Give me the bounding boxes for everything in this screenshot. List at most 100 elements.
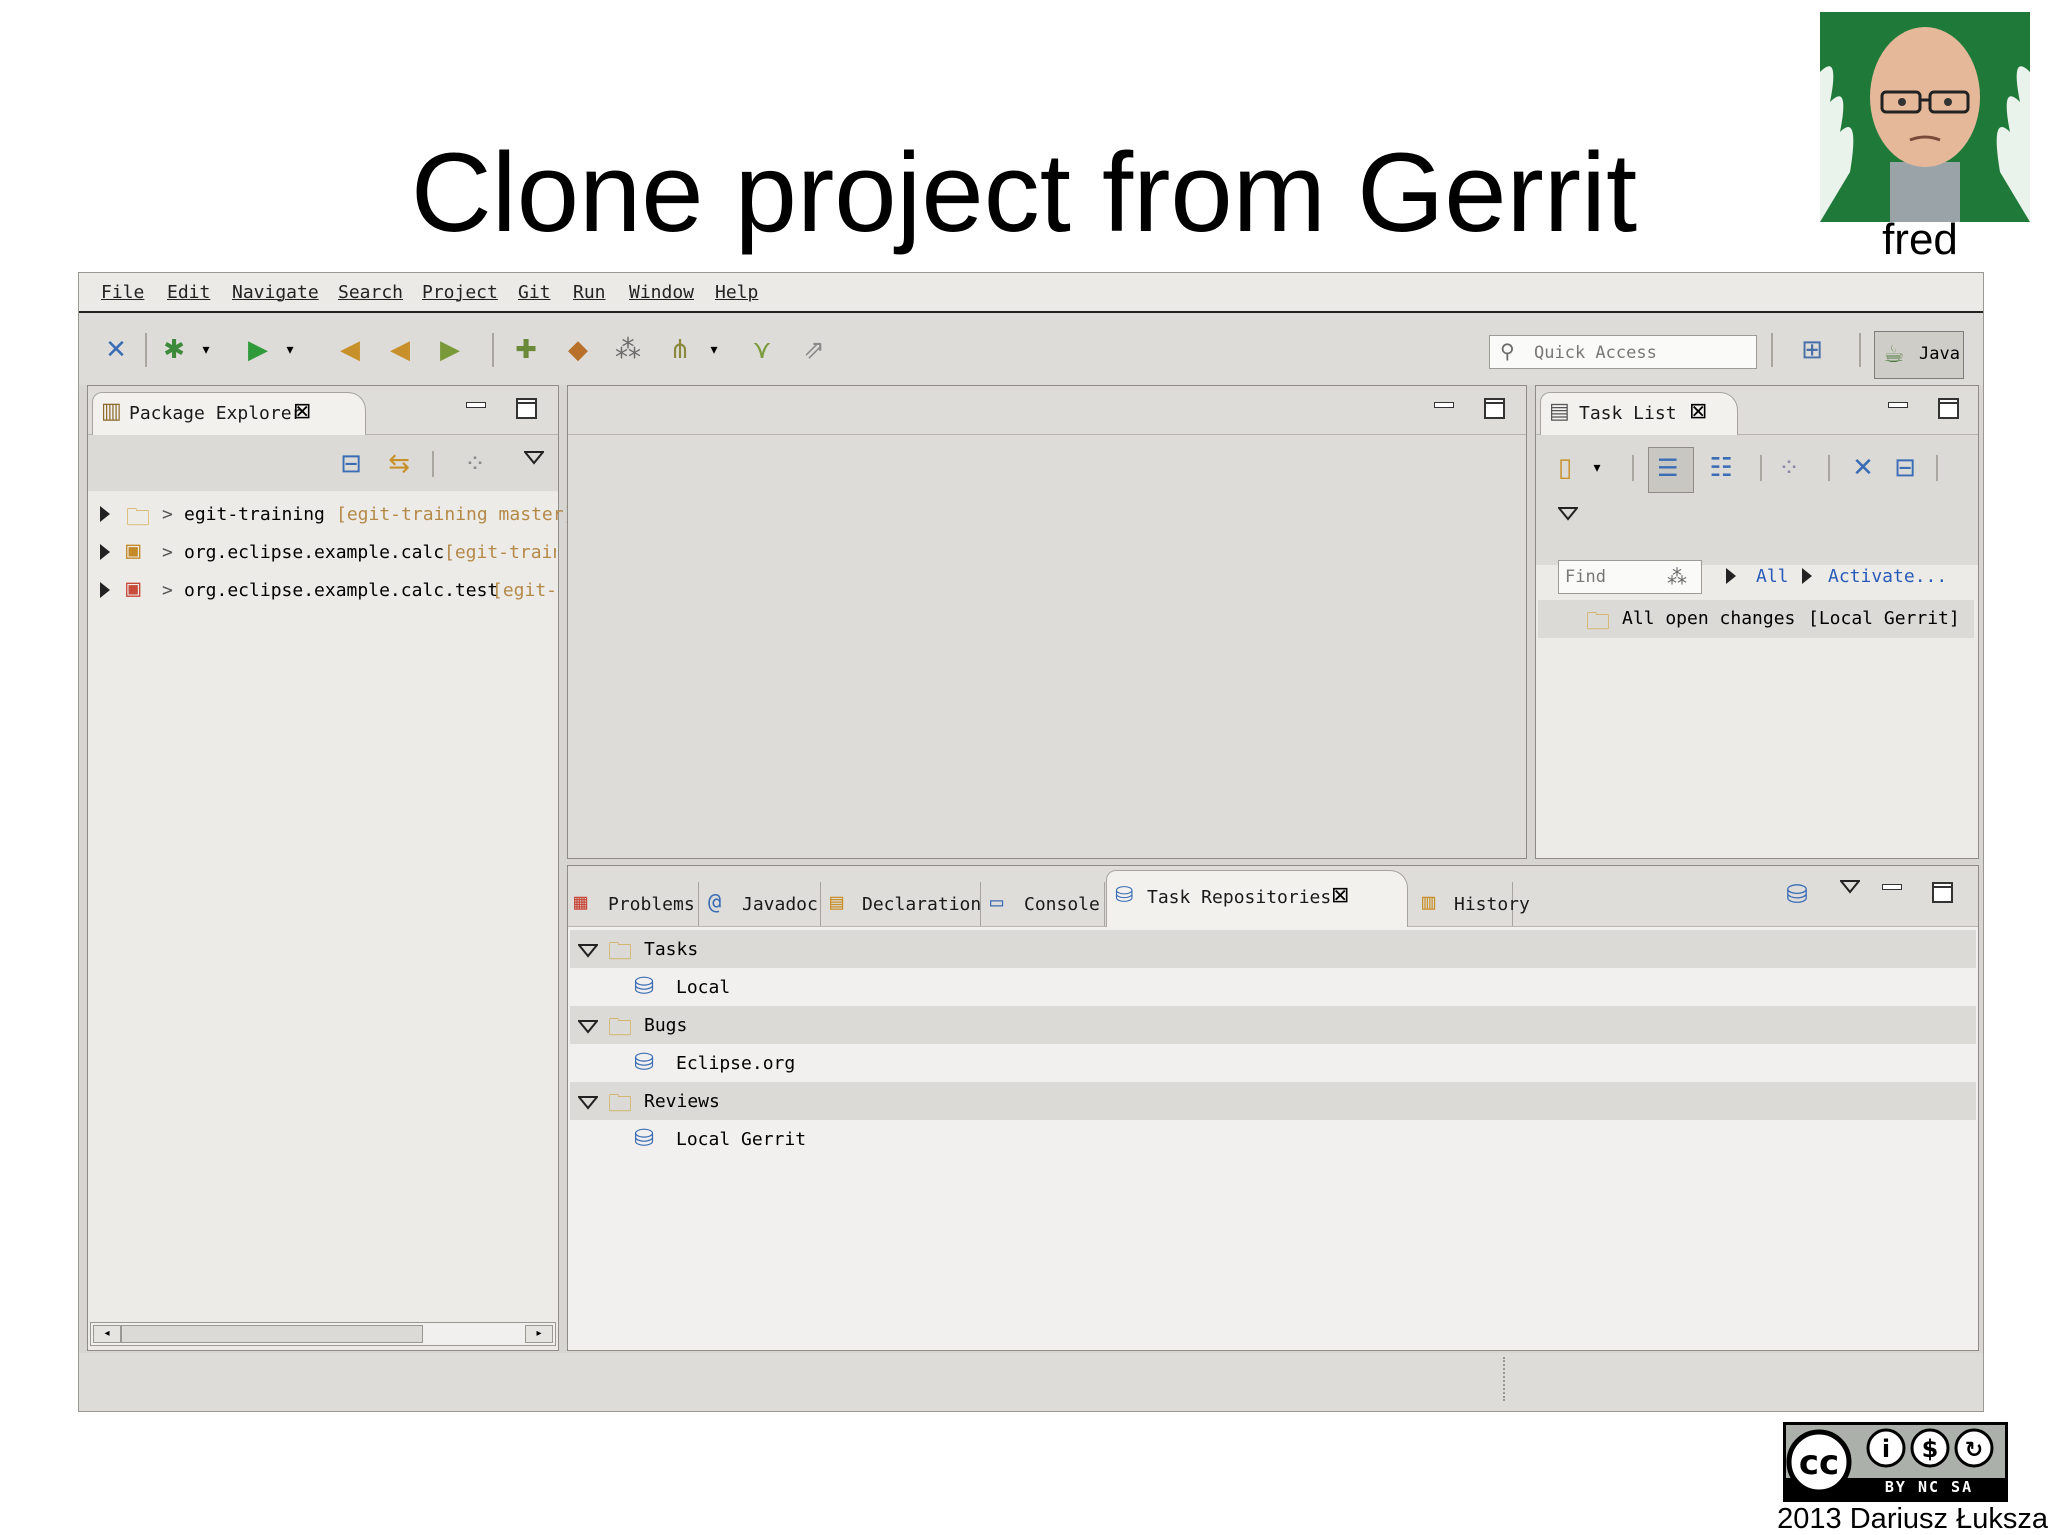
minimize-button[interactable]: [1434, 396, 1456, 414]
repository-row[interactable]: ⛁ Local: [570, 968, 1976, 1006]
menu-git[interactable]: Git: [518, 282, 551, 303]
new-task-dropdown-icon[interactable]: ▾: [1582, 453, 1612, 483]
java-perspective-label: Java: [1919, 344, 1960, 364]
collapse-all-icon[interactable]: ⊟: [336, 449, 366, 479]
new-task-icon[interactable]: ◆: [563, 335, 593, 365]
task-repositories-icon: ⛁: [1115, 883, 1134, 908]
repository-row[interactable]: ⛁ Eclipse.org: [570, 1044, 1976, 1082]
collapse-icon[interactable]: [578, 1020, 598, 1034]
toolbar-separator: [1632, 455, 1634, 481]
back-to-previous-icon[interactable]: ◀: [335, 335, 365, 365]
close-icon[interactable]: ⊠: [293, 399, 311, 424]
tab-label: Task List: [1579, 403, 1677, 424]
repository-row[interactable]: ⛁ Local Gerrit: [570, 1120, 1976, 1158]
synchronize-icon[interactable]: ⁂: [613, 335, 643, 365]
tab-problems[interactable]: ▦ Problems: [568, 882, 699, 926]
scroll-left-icon[interactable]: ◂: [93, 1325, 121, 1343]
task-query-row[interactable]: 🗀 All open changes [Local Gerrit]: [1538, 600, 1974, 638]
close-icon[interactable]: ⊠: [1331, 883, 1349, 908]
menu-help[interactable]: Help: [715, 282, 758, 303]
scroll-right-icon[interactable]: ▸: [525, 1325, 553, 1343]
tree-row-project[interactable]: ▣ > org.eclipse.example.calc.test [egit-…: [88, 574, 556, 608]
maximize-button[interactable]: [1932, 882, 1954, 903]
collapse-icon[interactable]: [578, 944, 598, 958]
new-task-icon[interactable]: ▯: [1550, 453, 1580, 483]
menu-window[interactable]: Window: [629, 282, 694, 303]
view-menu-icon[interactable]: [524, 451, 544, 465]
add-repository-icon[interactable]: ⛁: [1782, 880, 1812, 910]
repository-decoration: [egit-traini: [444, 542, 556, 563]
java-perspective-button[interactable]: ☕ Java: [1874, 331, 1964, 379]
collapse-all-icon[interactable]: ⊟: [1890, 453, 1920, 483]
fetch-icon[interactable]: ⋎: [747, 335, 777, 365]
debug-icon[interactable]: ✱: [159, 335, 189, 365]
categorized-toggle[interactable]: ☰: [1648, 447, 1694, 493]
tab-package-explorer[interactable]: ▥ Package Explorer ⊠: [92, 392, 366, 435]
package-explorer-tabbar: ▥ Package Explorer ⊠: [88, 386, 558, 435]
menu-run[interactable]: Run: [573, 282, 606, 303]
tree-row-project[interactable]: ▣ > org.eclipse.example.calc [egit-train…: [88, 536, 556, 570]
maximize-button[interactable]: [1484, 398, 1506, 419]
maximize-button[interactable]: [1938, 398, 1960, 419]
minimize-button[interactable]: [1882, 878, 1904, 896]
link-with-editor-icon[interactable]: ⇆: [384, 449, 414, 479]
scrollbar-thumb[interactable]: [121, 1325, 423, 1343]
tab-javadoc[interactable]: @ Javadoc: [700, 882, 821, 926]
push-icon[interactable]: ⇗: [799, 335, 829, 365]
repository-category-row[interactable]: 🗀 Bugs: [570, 1006, 1976, 1044]
maximize-button[interactable]: [516, 398, 538, 419]
search-icon: ⚲: [1500, 339, 1515, 363]
tab-label: History: [1454, 894, 1530, 915]
collapse-icon[interactable]: [578, 1096, 598, 1110]
avatar: [1820, 12, 2030, 222]
skip-breakpoints-icon[interactable]: ✕: [101, 335, 131, 365]
menu-navigate[interactable]: Navigate: [232, 282, 319, 303]
activate-task-link[interactable]: Activate...: [1828, 566, 1947, 587]
expand-icon[interactable]: [100, 544, 110, 560]
tree-row-project[interactable]: 🗀 > egit-training [egit-training master]: [88, 498, 574, 532]
task-find-field[interactable]: Find ⁂: [1558, 560, 1702, 594]
minimize-button[interactable]: [466, 396, 488, 414]
menu-edit[interactable]: Edit: [167, 282, 210, 303]
commit-dropdown-icon[interactable]: ▾: [699, 335, 729, 365]
menu-search[interactable]: Search: [338, 282, 403, 303]
status-divider: [1503, 1357, 1507, 1401]
close-icon[interactable]: ⊠: [1689, 399, 1707, 424]
debug-dropdown-icon[interactable]: ▾: [191, 335, 221, 365]
tab-task-repositories[interactable]: ⛁ Task Repositories ⊠: [1106, 870, 1408, 927]
tab-console[interactable]: ▭ Console: [982, 882, 1105, 926]
menu-file[interactable]: File: [101, 282, 144, 303]
horizontal-scrollbar[interactable]: ◂ ▸: [90, 1322, 556, 1346]
commit-icon[interactable]: ⋔: [665, 335, 695, 365]
expand-icon[interactable]: [100, 582, 110, 598]
minimize-button[interactable]: [1888, 396, 1910, 414]
view-menu-icon[interactable]: [1558, 507, 1578, 521]
next-edit-icon[interactable]: ▶: [435, 335, 465, 365]
scheduled-icon[interactable]: ☷: [1706, 453, 1736, 483]
menu-project[interactable]: Project: [422, 282, 498, 303]
working-set-all-link[interactable]: All: [1756, 566, 1789, 587]
repository-category-row[interactable]: 🗀 Reviews: [570, 1082, 1976, 1120]
repository-label: Local Gerrit: [676, 1129, 807, 1150]
expand-icon[interactable]: [100, 506, 110, 522]
focus-icon[interactable]: ⁘: [1774, 453, 1804, 483]
toolbar-separator: [432, 451, 434, 477]
filter-icon[interactable]: ⁘: [460, 449, 490, 479]
pin-icon[interactable]: ✚: [511, 335, 541, 365]
tab-history[interactable]: ▥ History: [1408, 882, 1530, 926]
quick-access-field[interactable]: ⚲ Quick Access: [1489, 335, 1757, 369]
status-bar: [79, 1353, 1983, 1411]
view-menu-icon[interactable]: [1840, 880, 1860, 894]
find-filter-icon[interactable]: ⁂: [1667, 565, 1687, 589]
run-icon[interactable]: ▶: [243, 335, 273, 365]
repository-category-row[interactable]: 🗀 Tasks: [570, 930, 1976, 968]
hide-completed-icon[interactable]: ✕: [1848, 453, 1878, 483]
previous-edit-icon[interactable]: ◀: [385, 335, 415, 365]
tab-label: Declaration: [862, 894, 982, 915]
run-dropdown-icon[interactable]: ▾: [275, 335, 305, 365]
repository-label: Local: [676, 977, 731, 998]
open-perspective-icon[interactable]: ⊞: [1797, 335, 1827, 365]
tab-task-list[interactable]: ▤ Task List ⊠: [1540, 392, 1738, 435]
svg-text:i: i: [1882, 1435, 1890, 1463]
tab-declaration[interactable]: ▤ Declaration: [822, 882, 981, 926]
